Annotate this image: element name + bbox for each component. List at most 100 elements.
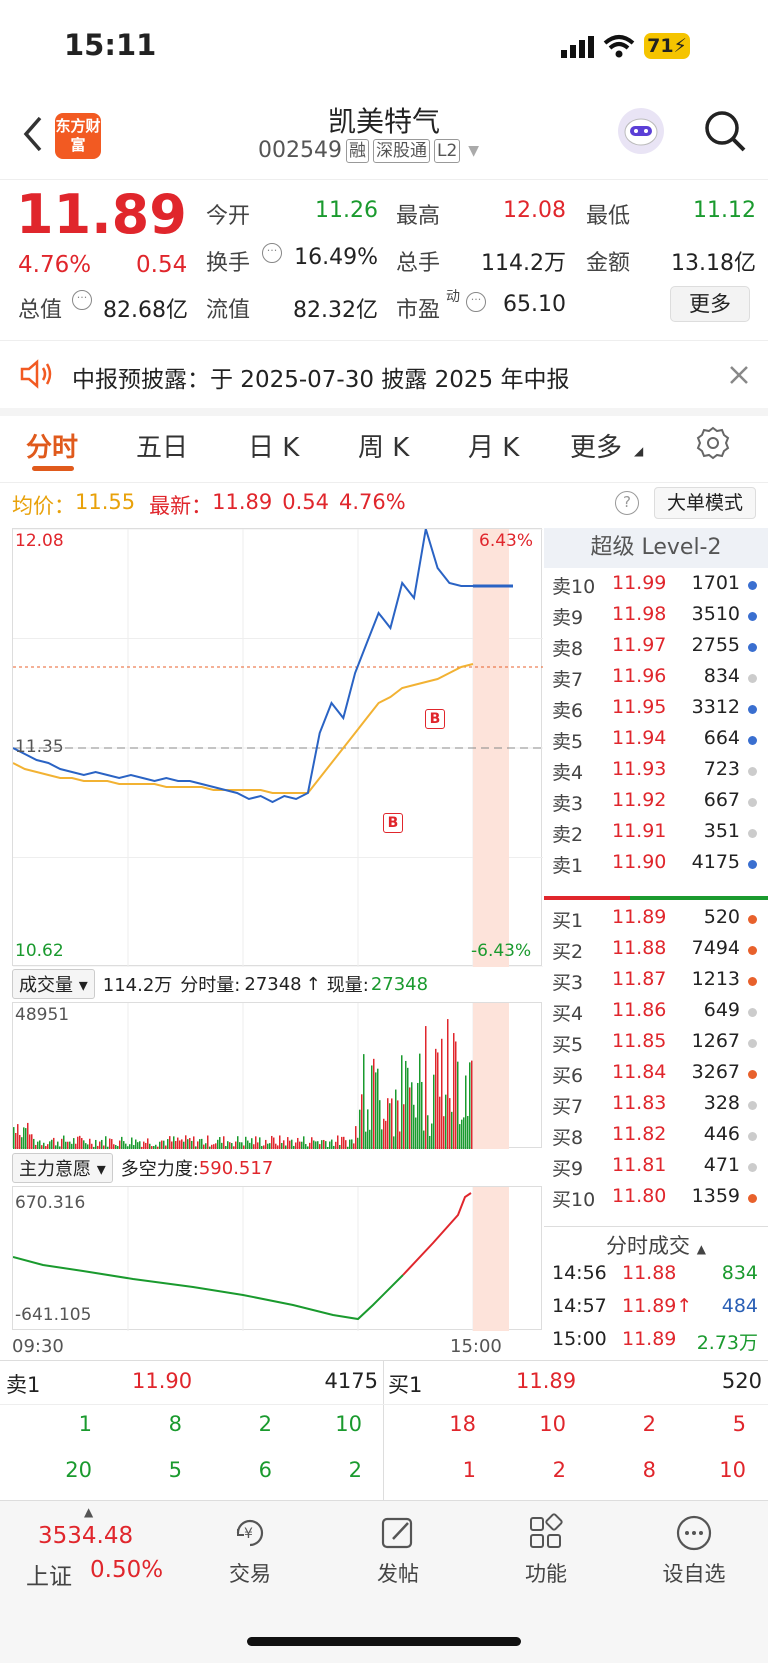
volume-bar: [307, 1146, 309, 1149]
ask-row[interactable]: 卖3 11.92 667: [552, 789, 766, 820]
volume-bar: [305, 1144, 307, 1149]
big-order-mode-button[interactable]: 大单模式: [654, 487, 756, 519]
volume-bar: [303, 1136, 305, 1149]
volume-bar: [455, 1041, 457, 1149]
volume-bar: [79, 1135, 81, 1149]
volume-bar: [387, 1098, 389, 1149]
status-dot-icon: [748, 1070, 757, 1079]
close-icon[interactable]: [728, 364, 750, 386]
volume-header: 成交量 ▾ 114.2万 分时量: 27348 ↑ 现量: 27348: [12, 968, 542, 1000]
bid-row[interactable]: 买1 11.89 520: [552, 906, 766, 937]
info-icon[interactable]: ···: [262, 243, 282, 263]
nav-add-watchlist[interactable]: 设自选: [634, 1513, 754, 1588]
y-low-label: 10.62: [15, 941, 64, 961]
wifi-icon: [603, 34, 635, 58]
ask-row[interactable]: 卖5 11.94 664: [552, 727, 766, 758]
tab-intraday[interactable]: 分时: [26, 427, 78, 464]
volume-selector[interactable]: 成交量 ▾: [12, 969, 95, 999]
buy-queue-cell: 8: [642, 1458, 656, 1482]
flow-selector[interactable]: 主力意愿 ▾: [12, 1153, 113, 1183]
more-button[interactable]: 更多: [670, 286, 750, 322]
buy-marker-lower[interactable]: B: [383, 813, 403, 833]
index-percent[interactable]: 0.50%: [90, 1557, 163, 1583]
volume-chart[interactable]: 48951: [12, 1002, 542, 1149]
info-icon[interactable]: ···: [466, 292, 486, 312]
volume-bar: [465, 1075, 467, 1149]
trades-title[interactable]: 分时成交 ▲: [544, 1230, 768, 1260]
index-value[interactable]: 3534.48: [38, 1523, 133, 1549]
tab-more-caret-icon: ◢: [634, 444, 644, 458]
nav-post[interactable]: 发帖: [338, 1513, 458, 1588]
volume-bar: [457, 1061, 459, 1149]
notice-bar[interactable]: 中报预披露：于 2025-07-30 披露 2025 年中报: [0, 341, 768, 408]
volume-bar: [341, 1136, 343, 1149]
tab-daily[interactable]: 日 K: [248, 427, 299, 464]
volume-bar: [29, 1134, 31, 1149]
ask-row[interactable]: 卖6 11.95 3312: [552, 696, 766, 727]
bid-row[interactable]: 买8 11.82 446: [552, 1123, 766, 1154]
settings-gear-icon[interactable]: [696, 426, 730, 460]
ask-row[interactable]: 卖8 11.97 2755: [552, 634, 766, 665]
volume-bar: [93, 1146, 95, 1149]
volume-bar: [125, 1143, 127, 1149]
volume-bar: [261, 1145, 263, 1149]
volume-bar: [59, 1146, 61, 1149]
intraday-chart[interactable]: 12.08 11.35 10.62 6.43% -6.43% B B: [12, 528, 543, 967]
volume-bar: [363, 1054, 365, 1149]
tab-weekly[interactable]: 周 K: [358, 427, 409, 464]
volume-bar: [415, 1117, 417, 1149]
volume-bar: [401, 1055, 403, 1149]
flow-chart[interactable]: 670.316 -641.105: [12, 1186, 542, 1331]
bid-row[interactable]: 买9 11.81 471: [552, 1154, 766, 1185]
volume-bar: [273, 1137, 275, 1149]
bid-row[interactable]: 买7 11.83 328: [552, 1092, 766, 1123]
bid-row[interactable]: 买3 11.87 1213: [552, 968, 766, 999]
tab-monthly[interactable]: 月 K: [468, 427, 519, 464]
mktcap-value: 82.68亿: [103, 298, 188, 323]
bid-row[interactable]: 买5 11.85 1267: [552, 1030, 766, 1061]
bid-row[interactable]: 买2 11.88 7494: [552, 937, 766, 968]
notice-text: 中报预披露：于 2025-07-30 披露 2025 年中报: [72, 367, 570, 393]
volume-bar: [249, 1142, 251, 1149]
help-icon[interactable]: ?: [615, 491, 639, 515]
bid-volume: 1359: [691, 1185, 740, 1207]
dropdown-icon[interactable]: ▼: [468, 143, 479, 159]
caret-up-icon[interactable]: ▲: [84, 1505, 93, 1519]
volume-bar: [233, 1146, 235, 1149]
buy-queue-cell: 5: [732, 1412, 746, 1436]
volume-bar: [241, 1142, 243, 1149]
volume-bar: [381, 1129, 383, 1149]
volume-bar: [245, 1136, 247, 1149]
nav-trade[interactable]: ¥ 交易: [190, 1513, 310, 1588]
search-icon[interactable]: [702, 108, 748, 154]
tab-5day[interactable]: 五日: [136, 427, 188, 464]
volume-bar: [443, 1116, 445, 1149]
volume-bar: [247, 1140, 249, 1149]
bid-row[interactable]: 买10 11.80 1359: [552, 1185, 766, 1216]
ask-row[interactable]: 卖10 11.99 1701: [552, 572, 766, 603]
ask-row[interactable]: 卖9 11.98 3510: [552, 603, 766, 634]
nav-function[interactable]: 功能: [486, 1513, 606, 1588]
bid-row[interactable]: 买6 11.84 3267: [552, 1061, 766, 1092]
volume-bar: [461, 1119, 463, 1149]
trades-title-text: 分时成交: [606, 1234, 691, 1258]
tab-more[interactable]: 更多: [570, 427, 622, 464]
volume-bar: [453, 1033, 455, 1149]
sell-queue-cell: 20: [65, 1458, 92, 1482]
status-dot-icon: [748, 736, 757, 745]
ask-row[interactable]: 卖4 11.93 723: [552, 758, 766, 789]
volume-bar: [107, 1146, 109, 1149]
sell-queue-cell: 2: [258, 1412, 272, 1436]
index-name[interactable]: 上证: [26, 1557, 72, 1591]
buy-marker-upper[interactable]: B: [425, 709, 445, 729]
bid-row[interactable]: 买4 11.86 649: [552, 999, 766, 1030]
volume-bar: [119, 1140, 121, 1149]
ask-row[interactable]: 卖7 11.96 834: [552, 665, 766, 696]
pct-high-label: 6.43%: [479, 531, 534, 551]
ask-row[interactable]: 卖1 11.90 4175: [552, 851, 766, 882]
volume-bar: [55, 1145, 57, 1149]
trade-row: 15:00 11.89 2.73万: [552, 1328, 766, 1359]
ask-row[interactable]: 卖2 11.91 351: [552, 820, 766, 851]
power-label: 多空力度:: [120, 1159, 199, 1180]
robot-avatar-icon[interactable]: [618, 108, 664, 154]
